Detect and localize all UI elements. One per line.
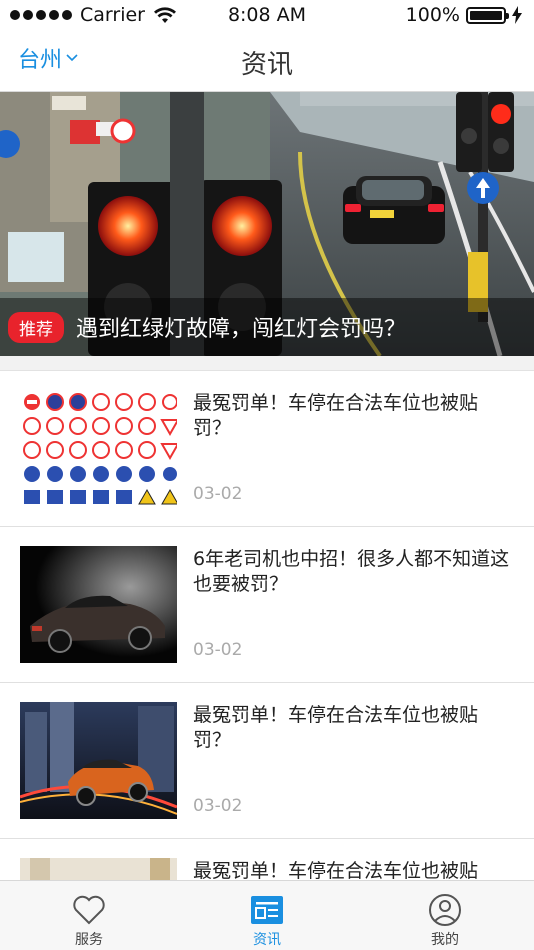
news-date: 03-02 <box>193 484 243 504</box>
charging-icon <box>512 6 522 24</box>
status-bar: Carrier 8:08 AM 100% <box>0 0 534 30</box>
navigation-bar: 台州 资讯 <box>0 30 534 92</box>
news-title: 最冤罚单！车停在合法车位也被贴罚？ <box>193 392 479 439</box>
battery-icon <box>466 6 509 24</box>
recommend-badge: 推荐 <box>8 311 64 343</box>
news-title: 最冤罚单！车停在合法车位也被贴罚？ <box>193 704 479 751</box>
news-thumbnail <box>20 390 177 507</box>
battery-percent: 100% <box>405 4 460 26</box>
news-title: 6年老司机也中招！很多人都不知道这也要被罚？ <box>193 548 510 595</box>
tab-services[interactable]: 服务 <box>0 881 178 950</box>
news-item[interactable]: 最冤罚单！车停在合法车位也被贴罚？ 03-02 <box>0 683 534 839</box>
news-icon <box>251 896 283 924</box>
news-list: 最冤罚单！车停在合法车位也被贴罚？ 03-02 6年老司机也中招！很多人都不知道… <box>0 371 534 950</box>
orange-suv-image <box>20 702 177 819</box>
app-screen: Carrier 8:08 AM 100% 台州 资讯 推荐 遇到红绿灯故障，闯红… <box>0 0 534 950</box>
section-divider <box>0 356 534 371</box>
news-thumbnail <box>20 702 177 819</box>
battery-group: 100% <box>406 4 522 26</box>
news-thumbnail <box>20 546 177 663</box>
traffic-signs-image <box>20 390 177 507</box>
tab-news[interactable]: 资讯 <box>178 881 356 950</box>
banner-caption: 推荐 遇到红绿灯故障，闯红灯会罚吗？ <box>0 298 534 356</box>
tab-label: 我的 <box>431 932 459 948</box>
featured-banner[interactable]: 推荐 遇到红绿灯故障，闯红灯会罚吗？ <box>0 92 534 356</box>
banner-title: 遇到红绿灯故障，闯红灯会罚吗？ <box>76 317 407 342</box>
heart-icon <box>73 895 105 925</box>
tab-label: 资讯 <box>253 932 281 948</box>
news-item[interactable]: 最冤罚单！车停在合法车位也被贴罚？ 03-02 <box>0 371 534 527</box>
tab-bar: 服务 资讯 我的 <box>0 880 534 950</box>
dark-sedan-image <box>20 546 177 663</box>
tab-label: 服务 <box>75 932 103 948</box>
tab-profile[interactable]: 我的 <box>356 881 534 950</box>
news-item[interactable]: 6年老司机也中招！很多人都不知道这也要被罚？ 03-02 <box>0 527 534 683</box>
news-date: 03-02 <box>193 640 243 660</box>
page-title: 资讯 <box>240 50 293 80</box>
user-icon <box>429 894 461 926</box>
news-date: 03-02 <box>193 796 243 816</box>
